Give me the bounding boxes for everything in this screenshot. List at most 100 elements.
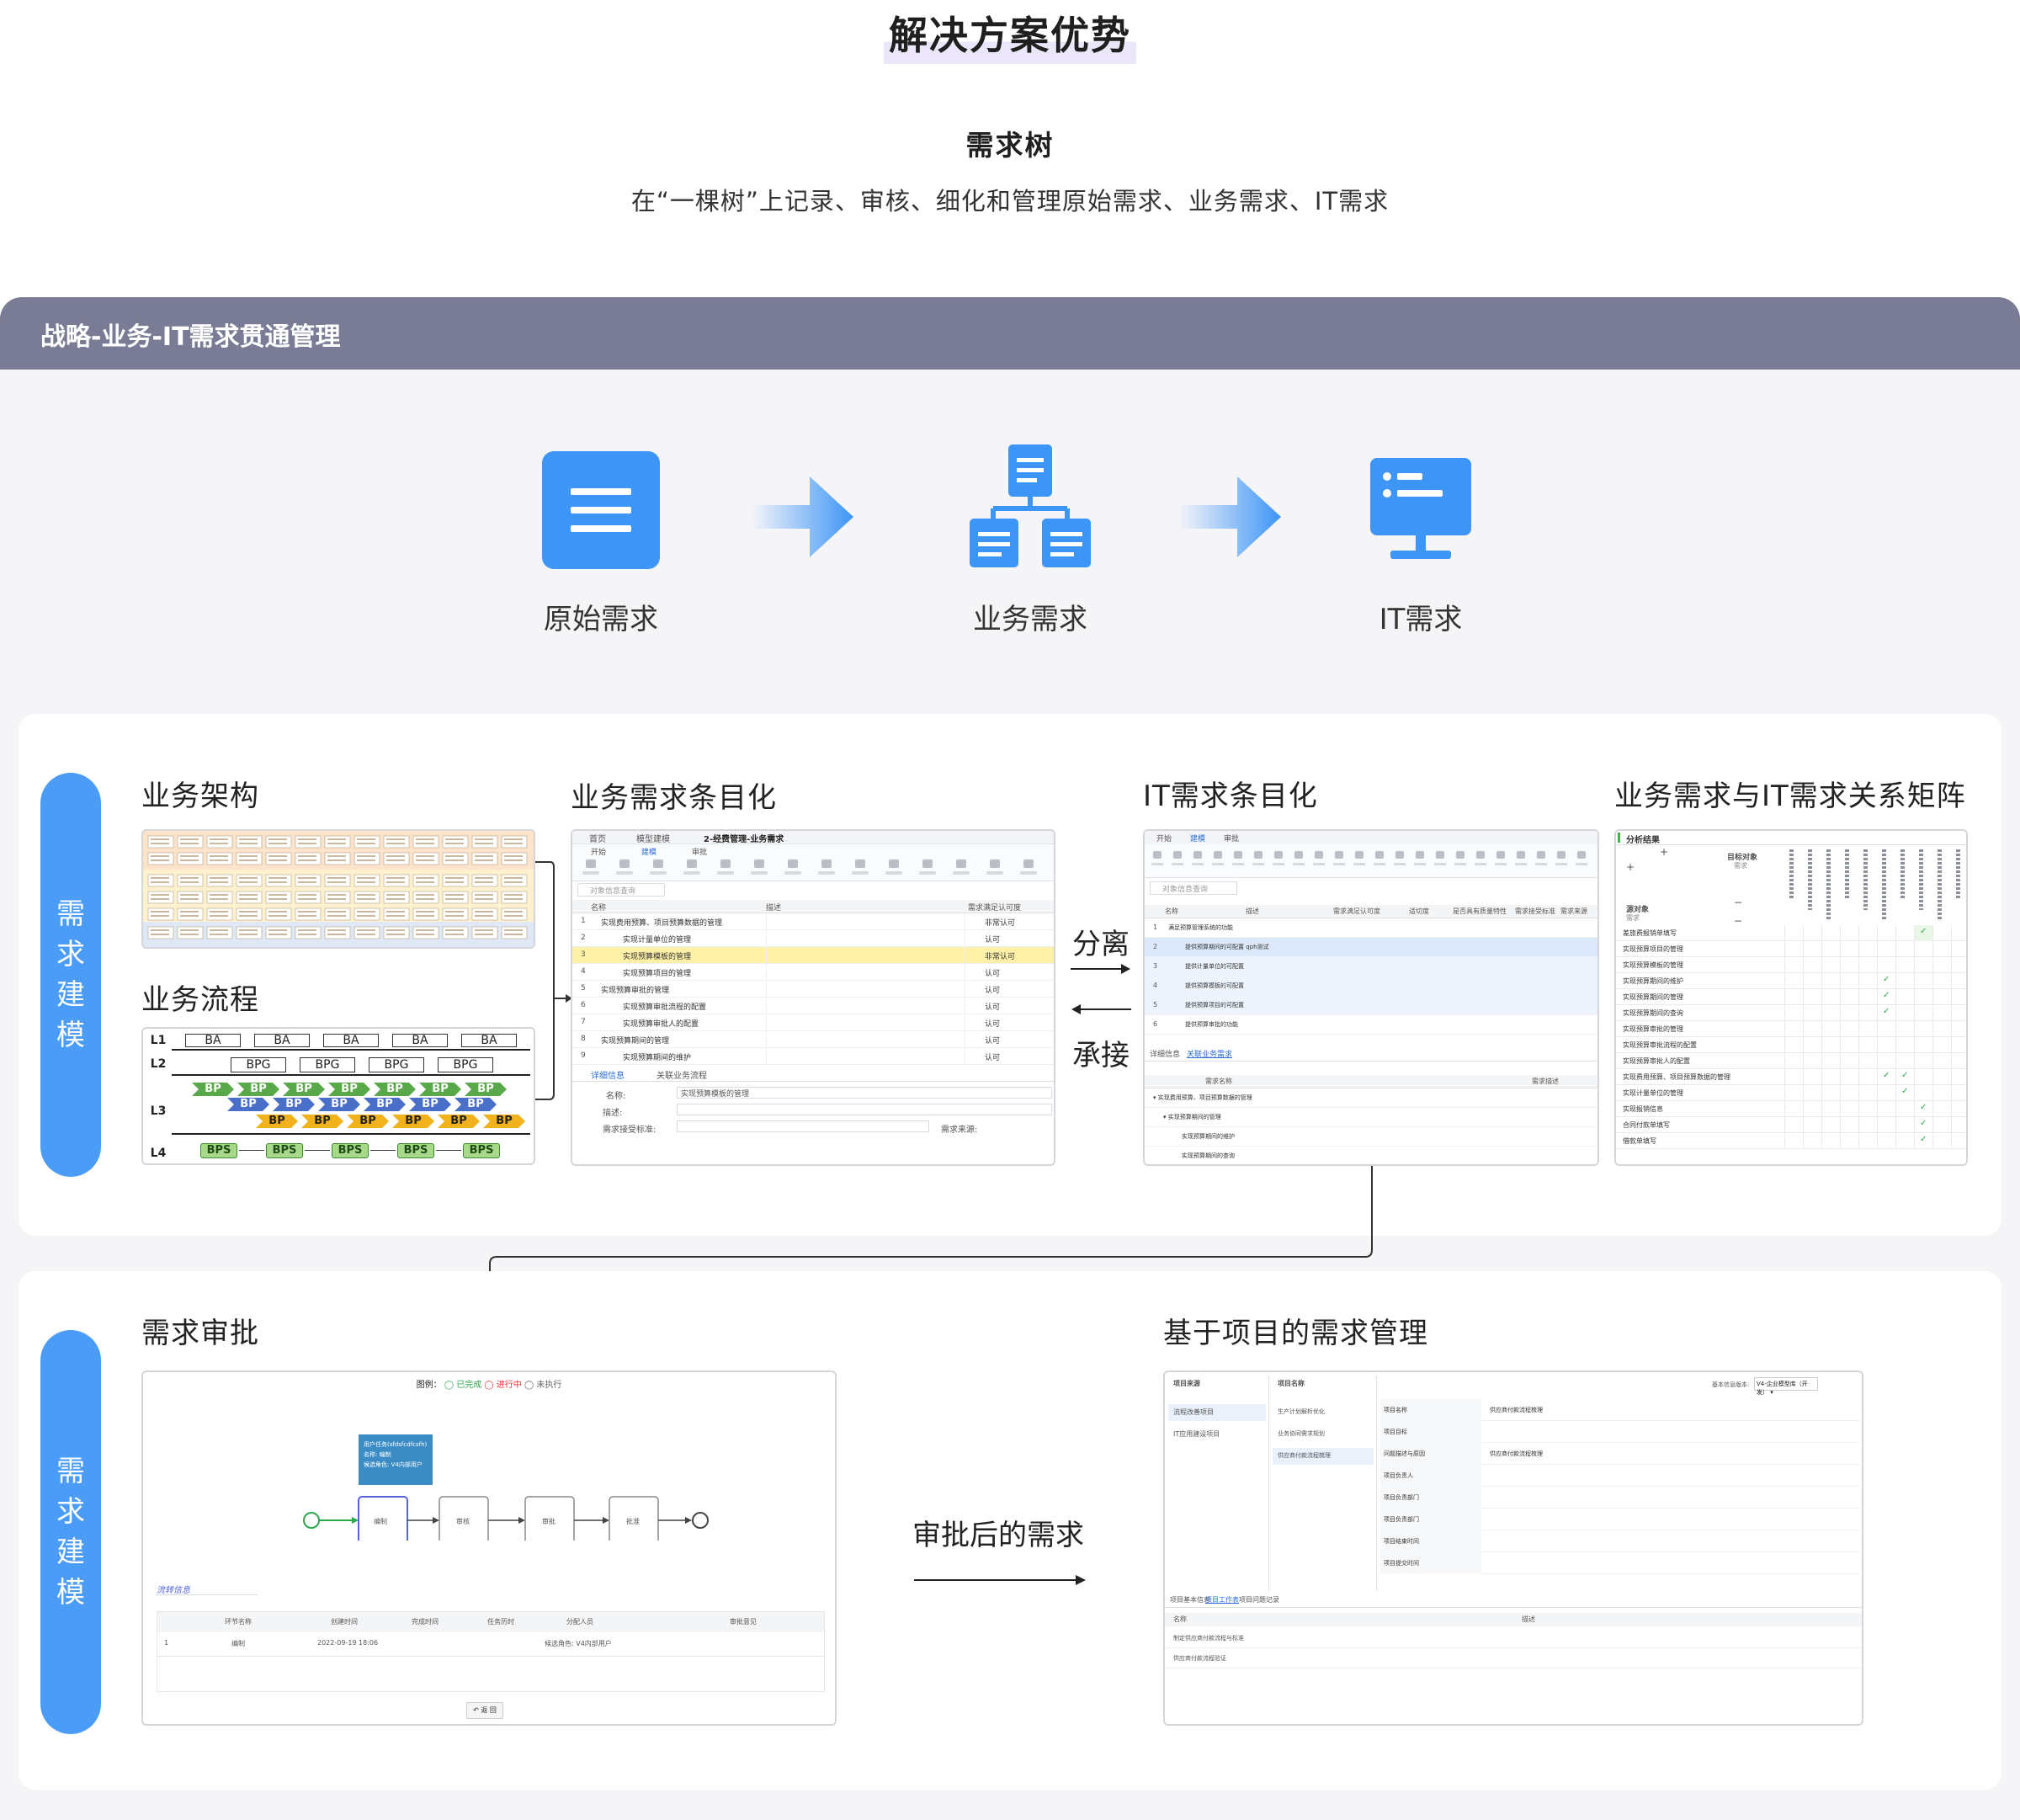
matrix-cell[interactable]: ✓ — [1895, 1085, 1914, 1101]
matrix-cell[interactable] — [1803, 1053, 1821, 1069]
matrix-cell[interactable] — [1932, 941, 1951, 957]
matrix-cell[interactable] — [1840, 989, 1858, 1005]
matrix-cell[interactable] — [1803, 1133, 1821, 1149]
table-row[interactable]: 4 提供预算模板的可配置 — [1145, 977, 1597, 996]
matrix-cell[interactable] — [1877, 941, 1895, 957]
toolbar-icon[interactable] — [821, 859, 832, 868]
matrix-cell[interactable] — [1840, 957, 1858, 973]
toolbar-icon[interactable] — [1496, 851, 1505, 859]
toolbar-icon[interactable] — [1537, 851, 1545, 859]
matrix-cell[interactable] — [1914, 1053, 1932, 1069]
matrix-cell[interactable] — [1895, 1037, 1914, 1053]
matrix-cell[interactable] — [1803, 1037, 1821, 1053]
table-row[interactable]: 6 提供预算审批的功能 — [1145, 1015, 1597, 1035]
table-row[interactable]: 1 满足预算管理系统的功能 — [1145, 918, 1597, 938]
toolbar-icon[interactable] — [788, 859, 798, 868]
matrix-cell[interactable] — [1895, 925, 1914, 941]
matrix-cell[interactable] — [1858, 1069, 1877, 1085]
it-tab-related[interactable]: 关联业务需求 — [1187, 1048, 1232, 1059]
toolbar-icon[interactable] — [720, 859, 731, 868]
matrix-cell[interactable] — [1895, 1117, 1914, 1133]
matrix-cell[interactable] — [1840, 1037, 1858, 1053]
tab-home[interactable]: 首页 — [589, 832, 606, 844]
matrix-cell[interactable] — [1895, 1101, 1914, 1117]
matrix-cell[interactable] — [1784, 973, 1803, 989]
table-row[interactable]: 5 提供预算项目的可配置 — [1145, 996, 1597, 1015]
tab-modeling[interactable]: 模型建模 — [636, 832, 670, 844]
toolbar-icon[interactable] — [1214, 851, 1222, 859]
toolbar-icon[interactable] — [653, 859, 663, 868]
matrix-cell[interactable] — [1784, 1085, 1803, 1101]
table-row[interactable]: 供应商付款流程验证 — [1173, 1654, 1226, 1663]
matrix-cell[interactable] — [1803, 973, 1821, 989]
matrix-cell[interactable] — [1895, 941, 1914, 957]
toolbar-icon[interactable] — [956, 859, 966, 868]
toolbar-icon[interactable] — [922, 859, 933, 868]
table-row[interactable]: 实现预算期间的维护 — [1145, 1127, 1597, 1147]
matrix-cell[interactable] — [1932, 1133, 1951, 1149]
matrix-cell[interactable]: ✓ — [1914, 1101, 1932, 1117]
toolbar-icon[interactable] — [754, 859, 764, 868]
matrix-cell[interactable] — [1877, 1101, 1895, 1117]
project-name-item[interactable]: 生产计划解析优化 — [1278, 1408, 1325, 1416]
toolbar-icon[interactable] — [1557, 851, 1566, 859]
matrix-cell[interactable]: ✓ — [1877, 989, 1895, 1005]
toolbar-icon[interactable] — [1335, 851, 1343, 859]
matrix-cell[interactable] — [1858, 1037, 1877, 1053]
matrix-cell[interactable] — [1932, 1069, 1951, 1085]
toolbar-icon[interactable] — [1274, 851, 1283, 859]
matrix-cell[interactable] — [1877, 1053, 1895, 1069]
matrix-cell[interactable] — [1858, 1085, 1877, 1101]
matrix-cell[interactable] — [1821, 1005, 1840, 1021]
matrix-cell[interactable] — [1951, 1037, 1966, 1053]
matrix-cell[interactable] — [1858, 1053, 1877, 1069]
matrix-cell[interactable] — [1914, 941, 1932, 957]
matrix-cell[interactable] — [1821, 989, 1840, 1005]
matrix-cell[interactable] — [1877, 957, 1895, 973]
matrix-cell[interactable] — [1858, 973, 1877, 989]
matrix-cell[interactable] — [1932, 1005, 1951, 1021]
tab-detail[interactable]: 详细信息 — [591, 1068, 625, 1081]
field-name-input[interactable]: 实现预算模板的管理 — [681, 1088, 749, 1099]
matrix-cell[interactable] — [1803, 941, 1821, 957]
matrix-cell[interactable]: ✓ — [1877, 1005, 1895, 1021]
matrix-cell[interactable] — [1858, 1021, 1877, 1037]
table-row[interactable]: 8 实现预算期间的管理 认可 — [572, 1031, 1054, 1048]
toolbar-start[interactable]: 开始 — [591, 846, 606, 857]
matrix-cell[interactable] — [1821, 1021, 1840, 1037]
node-approve[interactable]: 审批 — [542, 1517, 556, 1526]
matrix-cell[interactable] — [1840, 1053, 1858, 1069]
matrix-cell[interactable] — [1877, 925, 1895, 941]
matrix-cell[interactable] — [1803, 1117, 1821, 1133]
matrix-cell[interactable] — [1895, 973, 1914, 989]
matrix-cell[interactable] — [1858, 1101, 1877, 1117]
project-source-item[interactable]: IT应用建设项目 — [1173, 1429, 1220, 1439]
project-name-item[interactable]: 供应商付款流程梳理 — [1278, 1451, 1331, 1460]
matrix-cell[interactable] — [1784, 925, 1803, 941]
it-toolbar-modeling[interactable]: 建模 — [1190, 833, 1205, 843]
node-ratify[interactable]: 批准 — [626, 1517, 640, 1526]
matrix-cell[interactable] — [1784, 1037, 1803, 1053]
toolbar-approval[interactable]: 审批 — [692, 846, 707, 857]
toolbar-icon[interactable] — [1315, 851, 1323, 859]
matrix-cell[interactable] — [1840, 941, 1858, 957]
table-row[interactable]: 3 提供计量单位的可配置 — [1145, 957, 1597, 977]
toolbar-icon[interactable] — [1395, 851, 1404, 859]
matrix-cell[interactable] — [1914, 1005, 1932, 1021]
matrix-cell[interactable] — [1951, 1069, 1966, 1085]
table-row[interactable]: 7 实现预算审批人的配置 认可 — [572, 1014, 1054, 1031]
matrix-cell[interactable] — [1858, 957, 1877, 973]
matrix-cell[interactable] — [1877, 1037, 1895, 1053]
toolbar-icon[interactable] — [990, 859, 1000, 868]
toolbar-icon[interactable] — [1023, 859, 1034, 868]
matrix-cell[interactable] — [1821, 1101, 1840, 1117]
matrix-cell[interactable] — [1821, 1069, 1840, 1085]
matrix-cell[interactable]: ✓ — [1914, 1117, 1932, 1133]
matrix-cell[interactable] — [1784, 941, 1803, 957]
matrix-cell[interactable] — [1821, 1037, 1840, 1053]
it-search-input[interactable]: 对象信息查询 — [1162, 883, 1208, 894]
matrix-cell[interactable] — [1951, 1005, 1966, 1021]
matrix-cell[interactable]: ✓ — [1895, 1069, 1914, 1085]
matrix-cell[interactable] — [1914, 973, 1932, 989]
field-desc-input[interactable] — [677, 1104, 1052, 1115]
